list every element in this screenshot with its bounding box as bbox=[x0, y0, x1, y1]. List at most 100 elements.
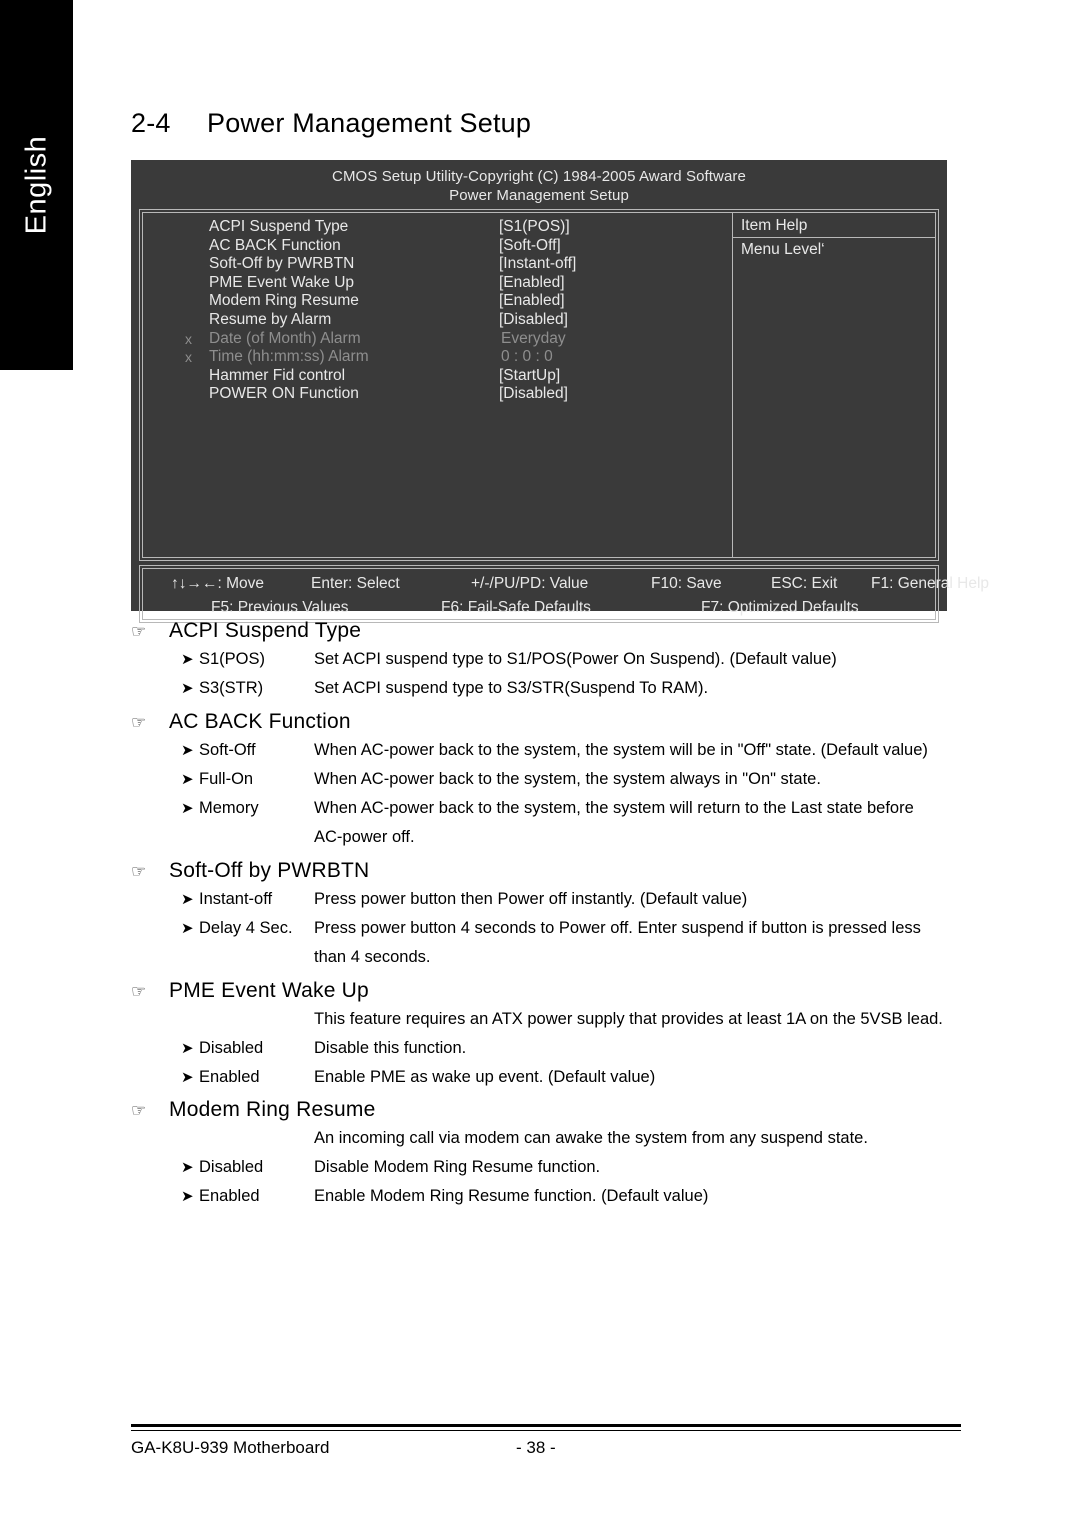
option-name: Delay 4 Sec. bbox=[199, 919, 293, 937]
page-title: 2-4 Power Management Setup bbox=[131, 108, 531, 139]
option-description: Set ACPI suspend type to S1/POS(Power On… bbox=[314, 650, 837, 668]
option-row: ➤ Enabled Enable Modem Ring Resume functio… bbox=[131, 1182, 961, 1211]
bios-setting-row[interactable]: Hammer Fid control [StartUp] bbox=[185, 367, 732, 386]
manual-section: ☞ AC BACK Function ➤ Soft-Off When AC-power … bbox=[131, 709, 961, 852]
bios-row-disabled-flag bbox=[185, 367, 209, 386]
option-row: ➤ Instant-off Press power button then Powe… bbox=[131, 885, 961, 914]
bios-setting-row[interactable]: PME Event Wake Up [Enabled] bbox=[185, 274, 732, 293]
bios-nav-hint: F7: Optimized Defaults bbox=[701, 599, 859, 616]
bios-row-label: Resume by Alarm bbox=[209, 310, 332, 328]
bios-setup-screen: CMOS Setup Utility-Copyright (C) 1984-20… bbox=[131, 160, 989, 623]
bios-title-block: CMOS Setup Utility-Copyright (C) 1984-20… bbox=[139, 166, 939, 205]
manual-section: ☞ ACPI Suspend Type ➤ S1(POS) Set ACPI suspe… bbox=[131, 618, 961, 703]
section-heading-text: Modem Ring Resume bbox=[169, 1098, 376, 1121]
bios-row-label: Hammer Fid control bbox=[209, 366, 346, 384]
bios-row-disabled-flag: x bbox=[185, 349, 192, 366]
option-description: Enable PME as wake up event. (Default va… bbox=[314, 1068, 656, 1086]
language-tab: English bbox=[0, 0, 73, 370]
section-heading: ☞ Modem Ring Resume bbox=[131, 1097, 961, 1124]
bios-setting-row[interactable]: POWER ON Function [Disabled] bbox=[185, 385, 732, 404]
footer-product-name: GA-K8U-939 Motherboard bbox=[131, 1438, 330, 1457]
bios-nav-hint: Enter: Select bbox=[311, 575, 400, 592]
option-name: Soft-Off bbox=[199, 741, 256, 759]
section-heading-text: PME Event Wake Up bbox=[169, 979, 369, 1002]
option-description: Press power button 4 seconds to Power of… bbox=[314, 919, 921, 937]
page-section-number: 2-4 bbox=[131, 108, 171, 138]
bios-row-value[interactable]: [Disabled] bbox=[499, 385, 568, 404]
bios-row-value[interactable]: [Enabled] bbox=[499, 292, 565, 311]
section-heading: ☞ AC BACK Function bbox=[131, 709, 961, 736]
bios-row-value[interactable]: [Disabled] bbox=[499, 311, 568, 330]
bios-body-frame: ACPI Suspend Type [S1(POS)] AC BACK Functi… bbox=[139, 209, 939, 561]
bios-nav-hint: F10: Save bbox=[651, 575, 722, 592]
option-name: Enabled bbox=[199, 1068, 260, 1086]
section-heading-text: ACPI Suspend Type bbox=[169, 619, 362, 642]
option-name: Memory bbox=[199, 799, 259, 817]
bios-setting-row[interactable]: AC BACK Function [Soft-Off] bbox=[185, 237, 732, 256]
pointing-hand-icon: ☞ bbox=[131, 862, 147, 881]
bios-page-title: Power Management Setup bbox=[449, 187, 629, 204]
bios-nav-hint: F6: Fail-Safe Defaults bbox=[441, 599, 591, 616]
option-description: When AC-power back to the system, the sy… bbox=[314, 770, 821, 788]
bios-row-value[interactable]: [Enabled] bbox=[499, 274, 565, 293]
bios-setting-row[interactable]: Soft-Off by PWRBTN [Instant-off] bbox=[185, 255, 732, 274]
bios-row-disabled-flag bbox=[185, 255, 209, 274]
option-row: ➤ Disabled Disable Modem Ring Resume funct… bbox=[131, 1153, 961, 1182]
bios-row-label: Soft-Off by PWRBTN bbox=[209, 255, 355, 273]
bios-setting-row[interactable]: ACPI Suspend Type [S1(POS)] bbox=[185, 218, 732, 237]
bios-setting-row[interactable]: x Date (of Month) Alarm Everyday bbox=[185, 330, 732, 349]
bios-row-value[interactable]: [StartUp] bbox=[499, 367, 560, 386]
option-name: Full-On bbox=[199, 770, 254, 788]
option-name: S1(POS) bbox=[199, 650, 266, 668]
option-row: ➤ Disabled Disable this function. bbox=[131, 1034, 961, 1063]
bios-row-value[interactable]: [Instant-off] bbox=[499, 255, 576, 274]
bios-nav-hint: ↑↓→←: Move bbox=[171, 575, 265, 592]
footer-rule-thick bbox=[131, 1424, 961, 1427]
section-heading-text: AC BACK Function bbox=[169, 710, 351, 733]
option-row: ➤ Delay 4 Sec. Press power button 4 second… bbox=[131, 914, 961, 943]
pointing-hand-icon: ☞ bbox=[131, 713, 147, 732]
option-description: Press power button then Power off instan… bbox=[314, 890, 748, 908]
page-section-title: Power Management Setup bbox=[207, 108, 532, 138]
bios-row-value[interactable]: [S1(POS)] bbox=[499, 218, 570, 237]
bios-row-value[interactable]: 0 : 0 : 0 bbox=[499, 348, 553, 367]
manual-section: ☞ Soft-Off by PWRBTN ➤ Instant-off Press pow… bbox=[131, 858, 961, 972]
option-row: ➤ S1(POS) Set ACPI suspend type to S1/POS(… bbox=[131, 645, 961, 674]
pointing-hand-icon: ☞ bbox=[131, 622, 147, 641]
section-heading: ☞ ACPI Suspend Type bbox=[131, 618, 961, 645]
item-help-title: Item Help bbox=[733, 213, 935, 238]
option-name: Enabled bbox=[199, 1187, 260, 1205]
menu-level-text: Menu Level‘ bbox=[741, 241, 825, 258]
footer-rule-thin bbox=[131, 1430, 961, 1431]
language-tab-label: English bbox=[20, 135, 52, 235]
bios-setting-row[interactable]: Resume by Alarm [Disabled] bbox=[185, 311, 732, 330]
bios-nav-hint: F5: Previous Values bbox=[211, 599, 349, 616]
option-row: ➤ Soft-Off When AC-power back to the syste… bbox=[131, 736, 961, 765]
bios-utility-title: CMOS Setup Utility-Copyright (C) 1984-20… bbox=[332, 168, 746, 185]
section-heading-text: Soft-Off by PWRBTN bbox=[169, 859, 370, 882]
bios-settings-list: ACPI Suspend Type [S1(POS)] AC BACK Functi… bbox=[143, 213, 732, 557]
option-name: S3(STR) bbox=[199, 679, 264, 697]
option-description: Set ACPI suspend type to S3/STR(Suspend … bbox=[314, 679, 709, 697]
option-name: Disabled bbox=[199, 1039, 264, 1057]
bios-setting-row[interactable]: x Time (hh:mm:ss) Alarm 0 : 0 : 0 bbox=[185, 348, 732, 367]
section-note: This feature requires an ATX power suppl… bbox=[314, 1010, 943, 1028]
bios-row-value[interactable]: [Soft-Off] bbox=[499, 237, 561, 256]
bios-row-disabled-flag bbox=[185, 311, 209, 330]
bios-setting-row[interactable]: Modem Ring Resume [Enabled] bbox=[185, 292, 732, 311]
bios-row-disabled-flag bbox=[185, 385, 209, 404]
bios-row-label: AC BACK Function bbox=[209, 236, 341, 254]
bios-row-label: PME Event Wake Up bbox=[209, 273, 355, 291]
bios-row-disabled-flag: x bbox=[185, 330, 192, 347]
option-description: Disable Modem Ring Resume function. bbox=[314, 1158, 601, 1176]
bios-nav-row-2: F5: Previous Values F6: Fail-Safe Default… bbox=[153, 596, 925, 620]
manual-section: ☞ PME Event Wake Up This feature requires … bbox=[131, 978, 961, 1092]
bios-nav-frame: ↑↓→←: Move Enter: Select +/-/PU/PD: Value F… bbox=[139, 565, 989, 623]
bios-row-value[interactable]: Everyday bbox=[499, 330, 566, 349]
option-description-continued: than 4 seconds. bbox=[314, 948, 431, 966]
option-name: Instant-off bbox=[199, 890, 273, 908]
option-description-continued: AC-power off. bbox=[314, 828, 415, 846]
bios-row-label: POWER ON Function bbox=[209, 385, 359, 403]
bios-row-label: Modem Ring Resume bbox=[209, 292, 359, 310]
bios-row-disabled-flag bbox=[185, 292, 209, 311]
